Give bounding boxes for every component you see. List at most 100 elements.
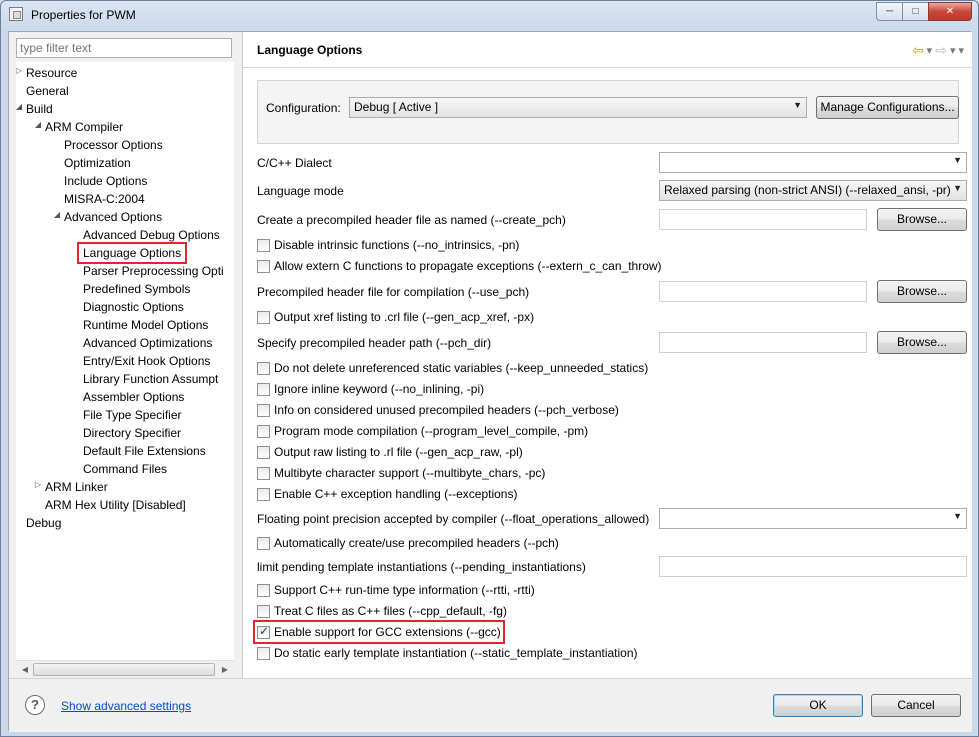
checkbox[interactable]	[257, 238, 270, 252]
checkbox[interactable]	[257, 536, 270, 550]
checkbox[interactable]	[257, 604, 270, 618]
option-checkbox-row[interactable]: Support C++ run-time type information (-…	[257, 582, 535, 598]
option-label: Floating point precision accepted by com…	[257, 512, 650, 526]
show-advanced-settings-link[interactable]: Show advanced settings	[61, 699, 191, 713]
tree-item[interactable]: Runtime Model Options	[83, 316, 208, 334]
option-checkbox-row[interactable]: Output raw listing to .rl file (--gen_ac…	[257, 444, 523, 460]
option-checkbox-row[interactable]: Automatically create/use precompiled hea…	[257, 535, 559, 551]
option-checkbox-row[interactable]: Treat C files as C++ files (--cpp_defaul…	[257, 603, 507, 619]
tree-item[interactable]: Processor Options	[64, 136, 163, 154]
option-checkbox-row[interactable]: Disable intrinsic functions (--no_intrin…	[257, 237, 519, 253]
tree-item[interactable]: Language Options	[76, 242, 188, 264]
cancel-button[interactable]: Cancel	[871, 694, 961, 717]
option-label: C/C++ Dialect	[257, 156, 332, 170]
checkbox[interactable]	[257, 583, 270, 597]
tree-item[interactable]: ARM Compiler	[45, 118, 123, 136]
checkbox[interactable]	[257, 646, 270, 660]
browse-button[interactable]: Browse...	[877, 208, 967, 231]
tree-item[interactable]: Default File Extensions	[83, 442, 206, 460]
checkbox[interactable]	[257, 445, 270, 459]
option-checkbox-row[interactable]: Enable C++ exception handling (--excepti…	[257, 486, 517, 502]
scroll-right-icon[interactable]: ▶	[218, 663, 232, 676]
close-icon[interactable]: ✕	[928, 2, 972, 21]
tree-item[interactable]: Debug	[26, 514, 61, 532]
tree-item[interactable]: Advanced Debug Options	[83, 226, 220, 244]
maximize-icon[interactable]: □	[902, 2, 929, 21]
title-bar[interactable]: Properties for PWM ─ □ ✕	[1, 1, 978, 29]
expand-icon[interactable]: ▷	[33, 480, 43, 489]
checkbox[interactable]	[257, 403, 270, 417]
minimize-icon[interactable]: ─	[876, 2, 903, 21]
option-checkbox-row[interactable]: Ignore inline keyword (--no_inlining, -p…	[257, 381, 484, 397]
collapse-icon[interactable]: ◢	[16, 102, 24, 111]
option-text-field[interactable]	[659, 209, 867, 230]
tree-item[interactable]: Predefined Symbols	[83, 280, 190, 298]
tree-item[interactable]: Command Files	[83, 460, 167, 478]
option-select[interactable]: ▼	[659, 508, 967, 529]
tree-item[interactable]: Assembler Options	[83, 388, 184, 406]
tree-item[interactable]: ARM Linker	[45, 478, 108, 496]
tree-item[interactable]: Advanced Options	[64, 208, 162, 226]
tree-item[interactable]: Entry/Exit Hook Options	[83, 352, 210, 370]
page-header: Language Options ⇦ ▾ ⇨ ▾ ▾	[243, 32, 972, 68]
collapse-icon[interactable]: ◢	[52, 210, 62, 219]
checkbox[interactable]	[257, 424, 270, 438]
checkbox[interactable]	[257, 487, 270, 501]
option-select[interactable]: Relaxed parsing (non-strict ANSI) (--rel…	[659, 180, 967, 201]
tree-item[interactable]: Diagnostic Options	[83, 298, 184, 316]
scroll-thumb[interactable]	[33, 663, 215, 676]
checkbox[interactable]	[257, 466, 270, 480]
option-checkbox-row[interactable]: Enable support for GCC extensions (--gcc…	[253, 620, 505, 644]
option-checkbox-row[interactable]: Info on considered unused precompiled he…	[257, 402, 619, 418]
checkbox[interactable]	[257, 259, 270, 273]
scroll-left-icon[interactable]: ◀	[18, 663, 32, 676]
settings-tree: ▷ Resource General ◢ Build ◢ ARM Compiler Proce…	[16, 62, 234, 660]
tree-item[interactable]: Resource	[26, 64, 77, 82]
tree-item[interactable]: ARM Hex Utility [Disabled]	[45, 496, 186, 514]
option-checkbox-row[interactable]: Allow extern C functions to propagate ex…	[257, 258, 662, 274]
expand-icon[interactable]: ▷	[16, 66, 24, 75]
filter-input[interactable]	[16, 38, 232, 58]
option-label: Info on considered unused precompiled he…	[274, 403, 619, 417]
tree-item[interactable]: Library Function Assumpt	[83, 370, 218, 388]
forward-dropdown-icon[interactable]: ▾	[950, 44, 956, 57]
option-checkbox-row[interactable]: Do not delete unreferenced static variab…	[257, 360, 648, 376]
collapse-icon[interactable]: ◢	[33, 120, 43, 129]
option-text-field[interactable]	[659, 332, 867, 353]
back-dropdown-icon[interactable]: ▾	[927, 44, 933, 57]
option-text-field[interactable]	[659, 281, 867, 302]
tree-item[interactable]: Advanced Optimizations	[83, 334, 212, 352]
tree-item[interactable]: Optimization	[64, 154, 131, 172]
help-icon[interactable]: ?	[25, 695, 45, 715]
ok-button[interactable]: OK	[773, 694, 863, 717]
tree-item[interactable]: Parser Preprocessing Opti	[83, 262, 224, 280]
option-checkbox-row[interactable]: Multibyte character support (--multibyte…	[257, 465, 545, 481]
checkbox-checked[interactable]	[257, 624, 270, 639]
option-checkbox-row[interactable]: Output xref listing to .crl file (--gen_…	[257, 309, 534, 325]
checkbox[interactable]	[257, 382, 270, 396]
page-nav: ⇦ ▾ ⇨ ▾ ▾	[912, 42, 964, 59]
tree-horizontal-scrollbar[interactable]: ◀ ▶	[16, 660, 234, 677]
chevron-down-icon: ▼	[953, 155, 962, 165]
checkbox[interactable]	[257, 361, 270, 375]
tree-item[interactable]: Build	[26, 100, 53, 118]
tree-item[interactable]: General	[26, 82, 69, 100]
browse-button[interactable]: Browse...	[877, 331, 967, 354]
configuration-select[interactable]: Debug [ Active ] ▼	[349, 97, 807, 118]
tree-item[interactable]: MISRA-C:2004	[64, 190, 145, 208]
tree-item[interactable]: Directory Specifier	[83, 424, 181, 442]
option-select[interactable]: ▼	[659, 152, 967, 173]
window-title: Properties for PWM	[31, 8, 136, 22]
back-arrow-icon[interactable]: ⇦	[912, 42, 924, 59]
option-text-field[interactable]	[659, 556, 967, 577]
tree-item[interactable]: File Type Specifier	[83, 406, 182, 424]
view-menu-icon[interactable]: ▾	[958, 44, 964, 57]
option-checkbox-row[interactable]: Program mode compilation (--program_leve…	[257, 423, 588, 439]
option-checkbox-row[interactable]: Do static early template instantiation (…	[257, 645, 638, 661]
manage-configurations-button[interactable]: Manage Configurations...	[816, 96, 959, 119]
option-label: Treat C files as C++ files (--cpp_defaul…	[274, 604, 507, 618]
tree-item[interactable]: Include Options	[64, 172, 147, 190]
browse-button[interactable]: Browse...	[877, 280, 967, 303]
forward-arrow-icon[interactable]: ⇨	[935, 42, 947, 59]
checkbox[interactable]	[257, 310, 270, 324]
